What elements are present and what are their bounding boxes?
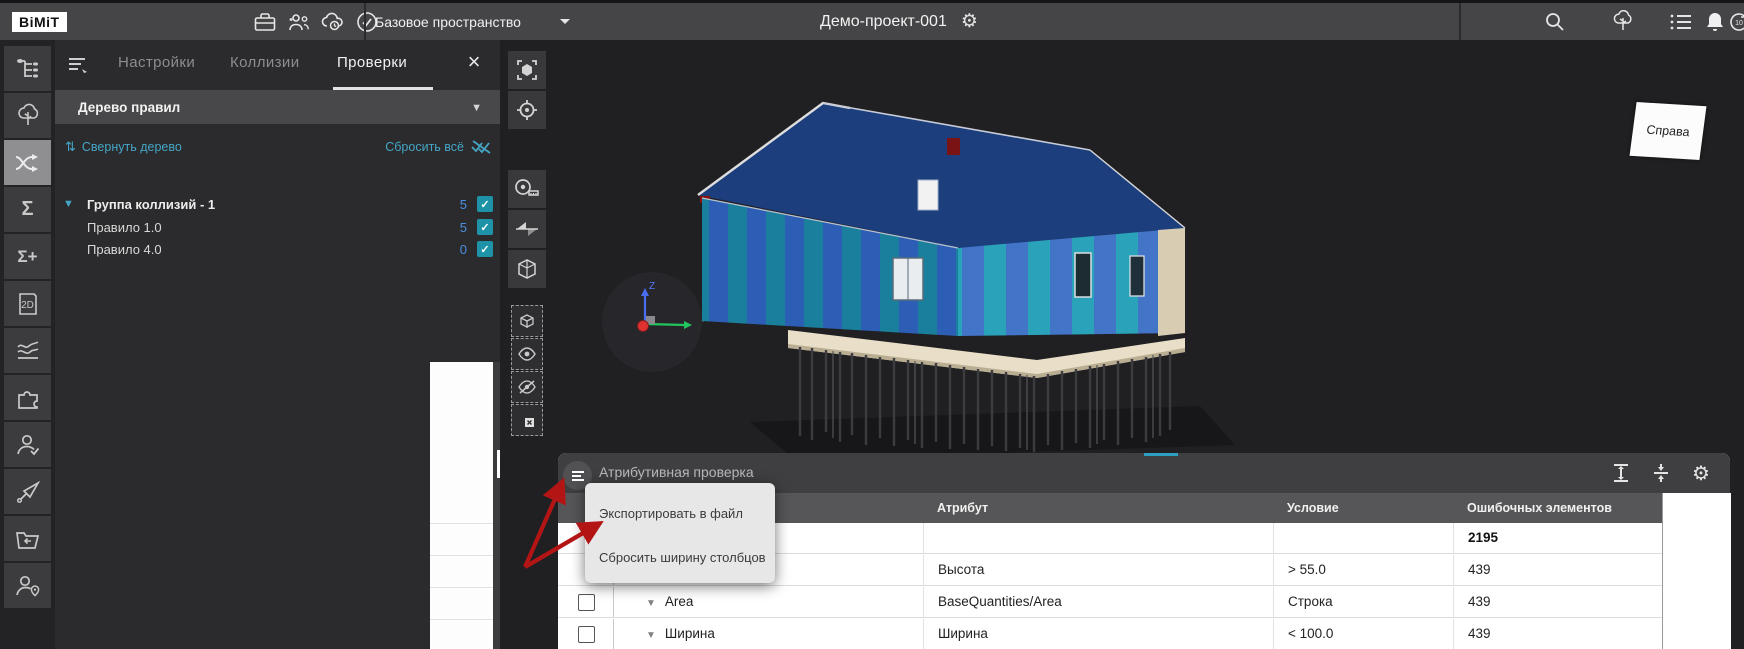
rules-tree-section-header[interactable]: Дерево правил ▼ — [55, 90, 500, 124]
bimit-logo[interactable]: BiMiT — [12, 12, 67, 32]
team-icon[interactable] — [286, 10, 312, 34]
node-caret-icon[interactable]: ▼ — [63, 198, 74, 210]
show-selected-eye-icon[interactable] — [511, 338, 543, 370]
row-caret-icon[interactable]: ▼ — [646, 630, 656, 641]
panel-results-area — [430, 362, 493, 649]
panel-tabs: Настройки Коллизии Проверки × — [55, 40, 500, 90]
table-right-gutter — [1662, 493, 1731, 649]
collisions-shuffle-icon[interactable] — [4, 140, 51, 185]
navigation-gizmo: Z — [602, 272, 702, 372]
tab-settings[interactable]: Настройки — [118, 54, 195, 71]
table-context-menu: Экспортировать в файл Сбросить ширину ст… — [585, 483, 775, 583]
col-errors[interactable]: Ошибочных элементов — [1453, 493, 1662, 523]
col-condition[interactable]: Условие — [1273, 493, 1453, 523]
doc-2d-icon[interactable]: 2D — [4, 281, 51, 326]
sigma-icon[interactable]: Σ — [4, 187, 51, 232]
fit-view-icon[interactable] — [508, 51, 546, 89]
close-icon[interactable]: × — [460, 48, 488, 76]
collapse-tree-link[interactable]: ⇅ Свернуть дерево — [65, 136, 182, 158]
workspace-selector[interactable]: Базовое пространство — [375, 3, 571, 40]
search-icon[interactable] — [1542, 10, 1568, 34]
collapse-rows-icon[interactable] — [1648, 460, 1674, 486]
section-caret-icon: ▼ — [471, 102, 482, 114]
tree-node-rule1[interactable]: Правило 1.0 5 ✓ — [55, 217, 500, 240]
briefcase-icon[interactable] — [252, 10, 278, 34]
node-checkbox[interactable]: ✓ — [477, 241, 493, 257]
left-icon-rail: Σ Σ+ 2D — [0, 40, 55, 649]
line-chart-icon[interactable] — [4, 328, 51, 373]
panel-title: Атрибутивная проверка — [599, 464, 754, 480]
svg-text:10: 10 — [1735, 20, 1743, 27]
section-plane-icon[interactable] — [508, 210, 546, 248]
isolate-box-icon[interactable] — [511, 305, 543, 337]
clear-selection-icon[interactable] — [511, 404, 543, 436]
panel-collapse-icon[interactable] — [67, 56, 89, 74]
bell-icon[interactable] — [1702, 10, 1728, 34]
chevron-down-icon — [559, 18, 571, 26]
menu-item-reset-columns[interactable]: Сбросить ширину столбцов — [585, 535, 775, 579]
row-checkbox[interactable] — [578, 626, 595, 643]
app-window: BiMiT Базовое пространство Демо-проект-0… — [0, 0, 1744, 649]
sigma-plus-icon[interactable]: Σ+ — [4, 234, 51, 279]
list-icon[interactable] — [1668, 10, 1694, 34]
col-attribute[interactable]: Атрибут — [923, 493, 1273, 523]
project-title-group: Демо-проект-001 ⚙ — [820, 3, 978, 40]
row-checkbox[interactable] — [578, 594, 595, 611]
top-bar: BiMiT Базовое пространство Демо-проект-0… — [0, 0, 1744, 40]
menu-item-export[interactable]: Экспортировать в файл — [585, 491, 775, 535]
tab-collisions[interactable]: Коллизии — [230, 54, 299, 71]
hierarchy-icon[interactable] — [4, 46, 51, 91]
row-caret-icon[interactable]: ▼ — [646, 598, 656, 609]
gizmo-z-label: Z — [649, 281, 655, 292]
node-checkbox[interactable]: ✓ — [477, 196, 493, 212]
project-title: Демо-проект-001 — [820, 13, 947, 31]
trowel-icon[interactable] — [4, 469, 51, 514]
person-check-icon[interactable] — [4, 422, 51, 467]
folder-export-icon[interactable] — [4, 516, 51, 561]
project-settings-gear-icon[interactable]: ⚙ — [961, 10, 978, 33]
person-pin-icon[interactable] — [4, 563, 51, 608]
section-box-icon[interactable] — [508, 250, 546, 288]
collapse-tree-icon: ⇅ — [65, 139, 76, 155]
tree-icon[interactable] — [1610, 10, 1636, 34]
puzzle-icon[interactable] — [4, 375, 51, 420]
table-settings-gear-icon[interactable]: ⚙ — [1688, 460, 1714, 486]
nature-tree-icon[interactable] — [4, 93, 51, 138]
tree-node-group[interactable]: ▼ Группа коллизий - 1 5 ✓ — [55, 194, 500, 217]
measure-tape-icon[interactable] — [508, 170, 546, 208]
reset-all-link[interactable]: Сбросить всё — [385, 136, 492, 158]
node-checkbox[interactable]: ✓ — [477, 219, 493, 235]
svg-text:2D: 2D — [21, 300, 34, 311]
reset-visibility-icon — [470, 139, 492, 155]
workspace-label: Базовое пространство — [375, 14, 521, 30]
billboard-label: Справа — [1630, 102, 1707, 160]
sync-history-icon[interactable]: 10 — [1726, 10, 1744, 34]
hamburger-icon — [571, 470, 585, 482]
cloud-status-icon[interactable] — [320, 10, 346, 34]
tree-node-rule4[interactable]: Правило 4.0 0 ✓ — [55, 239, 500, 262]
table-row[interactable]: ▼Ширина Ширина < 100.0 439 — [558, 619, 1662, 649]
panel-drag-handle[interactable] — [1144, 453, 1178, 456]
target-focus-icon[interactable] — [508, 91, 546, 129]
tab-checks[interactable]: Проверки — [337, 54, 407, 71]
expand-rows-icon[interactable] — [1608, 460, 1634, 486]
table-row[interactable]: ▼Area BaseQuantities/Area Строка 439 — [558, 587, 1662, 618]
hide-selected-eye-slash-icon[interactable] — [511, 371, 543, 403]
